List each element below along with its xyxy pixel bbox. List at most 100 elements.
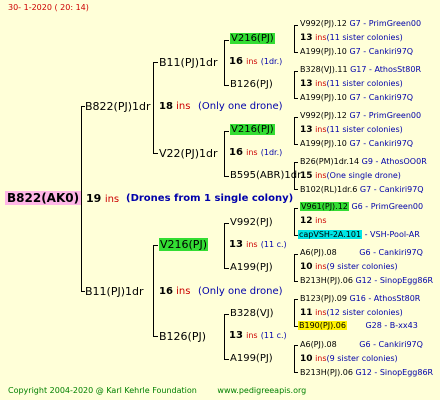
footer-site-link[interactable]: www.pedigreeapis.org [217,386,306,395]
gen4-r12[interactable]: B213H(PJ).06 G12 - SinopEgg86R [300,277,433,285]
gen3-d1-queen[interactable]: B328(VJ) [230,309,274,319]
gen2-b-queen[interactable]: V22(PJ)1dr [159,148,218,159]
gen4-r14-info: G28 - B-xx43 [365,321,418,330]
gen4-r6[interactable]: A199(PJ).10 G7 - Cankiri97Q [300,140,413,148]
gen4-r1-name[interactable]: V992(PJ).12 [300,19,347,28]
gen2-d-insemination: 13 ins (11 c.) [229,331,287,341]
gen4-r10-name[interactable]: capVSH-2A.101 [298,230,363,239]
connector [294,345,298,346]
gen3-c1-queen[interactable]: V992(PJ) [230,218,273,228]
gen4-r15[interactable]: A6(PJ).08 G6 - Cankiri97Q [300,341,423,349]
root-count: 19 [86,192,102,205]
gen3-b1-queen-name[interactable]: V216(PJ) [230,124,275,135]
connector [294,299,295,327]
gen3-b1-insemination: 13 ins(11 sister colonies) [300,126,403,135]
gen3-d1-insemination: 11 ins(12 sister colonies) [300,309,403,318]
gen4-r16-name[interactable]: B213H(PJ).06 [300,368,353,377]
gen3-c1-insemination: 12 ins [300,217,327,226]
connector [224,314,229,315]
gen2-c-queen[interactable]: V216(PJ) [159,238,208,251]
connector [153,153,158,154]
connector [224,359,229,360]
root-queen[interactable]: B822(AK0) [5,191,82,205]
gen4-r15-info: G6 - Cankiri97Q [359,340,423,349]
gen4-r13[interactable]: B123(PJ).09 G16 - AthosSt80R [300,295,420,303]
gen4-r6-name[interactable]: A199(PJ).10 [300,139,347,148]
gen4-r7[interactable]: B26(PM)1dr.14 G9 - AthosOO0R [300,158,427,166]
gen3-b2-count: 15 [300,171,313,181]
gen4-r2[interactable]: A199(PJ).10 G7 - Cankiri97Q [300,48,413,56]
gen3-d1-ins: ins [315,308,327,317]
connector [224,40,225,86]
gen3-a1-queen-name[interactable]: V216(PJ) [230,33,275,44]
gen2-b-note: (1dr.) [260,148,283,157]
gen4-r14-name[interactable]: B190(PJ).06 [298,321,347,330]
gen4-r11-name[interactable]: A6(PJ).08 [300,248,337,257]
gen4-r6-info: G7 - Cankiri97Q [349,139,414,148]
gen4-r2-name[interactable]: A199(PJ).10 [300,47,347,56]
gen4-r8-name[interactable]: B102(RL)1dr.6 [300,185,357,194]
gen3-a1-queen[interactable]: V216(PJ) [230,33,275,44]
gen3-d2-ins: ins [315,354,327,363]
connector [153,245,154,337]
gen1-top-insemination: 18 ins [159,102,190,112]
connector [224,223,225,269]
gen1-top-count: 18 [159,101,173,112]
gen3-b2-queen[interactable]: B595(ABR)1dr [230,171,301,181]
connector [294,117,295,145]
gen4-r14[interactable]: B190(PJ).06 G28 - B-xx43 [298,321,418,330]
gen4-r16[interactable]: B213H(PJ).06 G12 - SinopEgg86R [300,369,433,377]
gen4-r12-name[interactable]: B213H(PJ).06 [300,276,353,285]
gen3-a1-note: (11 sister colonies) [326,33,403,42]
gen2-d-ins: ins [246,331,258,340]
connector [294,299,298,300]
gen4-r3[interactable]: B328(VJ).11 G17 - AthosSt80R [300,66,421,74]
gen4-r11[interactable]: A6(PJ).08 G6 - Cankiri97Q [300,249,423,257]
gen4-r5[interactable]: V992(PJ).12 G7 - PrimGreen00 [300,112,421,120]
connector [294,162,298,163]
gen3-d2-queen[interactable]: A199(PJ) [230,354,273,364]
gen4-r1[interactable]: V992(PJ).12 G7 - PrimGreen00 [300,20,421,28]
connector [224,131,225,177]
gen1-bottom-queen[interactable]: B11(PJ)1dr [85,286,144,297]
connector [153,62,154,154]
gen4-r5-name[interactable]: V992(PJ).12 [300,111,347,120]
gen4-r8[interactable]: B102(RL)1dr.6 G7 - Cankiri97Q [300,186,424,194]
gen3-d1-note: (12 sister colonies) [326,308,403,317]
footer: Copyright 2004-2020 @ Karl Kehrle Founda… [8,387,306,395]
gen2-a-ins: ins [246,57,258,66]
gen4-r4[interactable]: A199(PJ).10 G7 - Cankiri97Q [300,94,413,102]
gen3-c2-note: (9 sister colonies) [326,262,398,271]
gen4-r15-name[interactable]: A6(PJ).08 [300,340,337,349]
gen2-c-queen-name[interactable]: V216(PJ) [159,238,208,251]
connector [153,336,158,337]
gen3-b1-queen[interactable]: V216(PJ) [230,124,275,135]
gen4-r13-name[interactable]: B123(PJ).09 [300,294,347,303]
gen4-r4-name[interactable]: A199(PJ).10 [300,93,347,102]
gen4-r9-info: G6 - PrimGreen00 [351,202,424,211]
gen1-bottom-insemination: 16 ins [159,287,190,297]
gen3-a2-queen[interactable]: B126(PJ) [230,80,273,90]
gen3-b2-insemination: 15 ins(One single drone) [300,172,401,181]
connector [294,281,298,282]
gen2-a-note: (1dr.) [260,57,283,66]
gen3-c2-ins: ins [315,262,327,271]
gen4-r3-name[interactable]: B328(VJ).11 [300,65,348,74]
gen3-c2-count: 10 [300,262,313,272]
gen4-r9-name[interactable]: V961(PJ).12 [300,202,349,211]
gen2-d-queen[interactable]: B126(PJ) [159,331,206,342]
gen4-r10[interactable]: capVSH-2A.101 - VSH-Pool-AR [298,230,420,239]
gen3-c2-queen[interactable]: A199(PJ) [230,263,273,273]
gen4-r12-info: G12 - SinopEgg86R [355,276,434,285]
root-note: (Drones from 1 single colony) [126,193,294,204]
gen4-r16-info: G12 - SinopEgg86R [355,368,434,377]
gen4-r7-name[interactable]: B26(PM)1dr.14 [300,157,359,166]
gen2-b-count: 16 [229,147,243,158]
root-queen-name[interactable]: B822(AK0) [5,191,82,205]
gen2-a-queen[interactable]: B11(PJ)1dr [159,57,218,68]
gen3-a1-ins: ins [315,33,327,42]
gen1-top-queen[interactable]: B822(PJ)1dr [85,101,151,112]
connector [224,314,225,360]
gen3-b2-ins: ins [315,171,327,180]
gen4-r9[interactable]: V961(PJ).12 G6 - PrimGreen00 [300,202,424,211]
